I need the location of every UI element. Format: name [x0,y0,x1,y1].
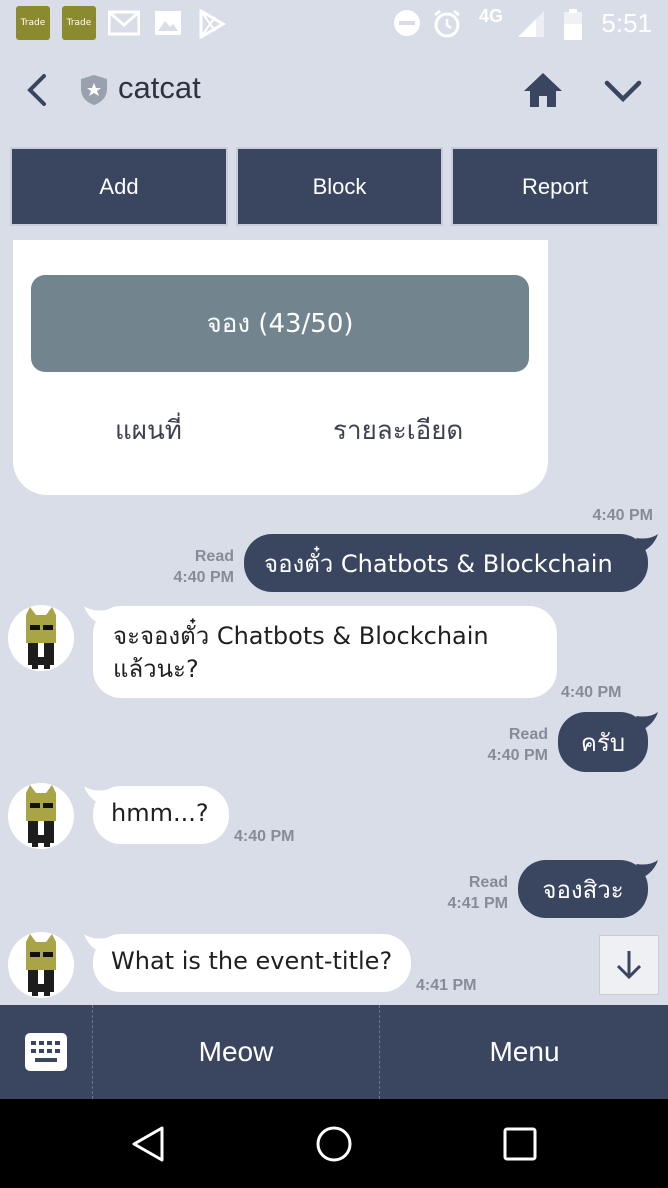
keyboard-toggle-button[interactable] [0,1005,93,1099]
card-timestamp: 4:40 PM [592,507,653,524]
message-time: 4:40 PM [234,828,295,845]
battery-icon [564,9,582,40]
report-button[interactable]: Report [451,147,659,226]
shield-icon [81,75,107,105]
message-meta: Read 4:41 PM [423,872,508,914]
play-store-icon [199,9,226,39]
read-status: Read [508,726,548,743]
map-link[interactable]: แผนที่ [115,410,182,451]
block-button[interactable]: Block [236,147,443,226]
trade-app-icon: Trade [16,6,50,40]
read-status: Read [194,548,234,565]
message-text: What is the event-title? [111,947,393,975]
cat-avatar-icon [26,607,56,669]
clock: 5:51 [601,8,652,38]
gmail-icon [108,10,140,36]
home-circle-icon[interactable] [313,1123,355,1165]
bottom-menu-bar: Meow Menu [0,1005,668,1099]
incoming-message: What is the event-title? [93,934,411,992]
trade-app-label: Trade [20,18,46,28]
keyboard-icon [25,1033,67,1071]
chat-header: catcat [0,46,668,138]
cat-avatar-icon [26,934,56,996]
book-button[interactable]: จอง (43/50) [31,275,529,372]
message-text: hmm...? [111,799,209,827]
arrow-down-icon [616,951,642,980]
message-time: 4:40 PM [561,684,622,701]
message-text: จองตั๋ว Chatbots & Blockchain [264,549,613,578]
message-text: จะจองตั๋ว Chatbots & Blockchain [113,622,489,650]
trade-app-label: Trade [66,18,92,28]
message-time: 4:41 PM [416,977,477,994]
read-status: Read [468,874,508,891]
message-text: จองสิวะ [542,875,624,904]
outgoing-message: จองสิวะ [518,860,648,918]
chat-title: catcat [118,70,201,105]
message-meta: Read 4:40 PM [150,546,234,588]
network-type: 4G [479,6,504,26]
cat-avatar-icon [26,785,56,847]
gallery-icon [155,11,181,35]
message-time: 4:40 PM [173,569,234,586]
incoming-message: hmm...? [93,786,229,844]
incoming-message: จะจองตั๋ว Chatbots & Blockchain แล้วนะ? [93,606,557,698]
message-text: แล้วนะ? [113,655,199,683]
bubble-tail [636,712,658,730]
message-time: 4:40 PM [487,747,548,764]
status-bar: Trade Trade 4G 5:51 [0,0,668,46]
booking-card: จอง (43/50) แผนที่ รายละเอียด [13,240,548,495]
message-text: ครับ [580,728,626,757]
outgoing-message: จองตั๋ว Chatbots & Blockchain [244,534,648,592]
chevron-down-icon[interactable] [602,74,644,108]
trade-app-icon: Trade [62,6,96,40]
avatar[interactable] [8,605,74,671]
add-button[interactable]: Add [10,147,228,226]
outgoing-message: ครับ [558,712,648,772]
avatar[interactable] [8,932,74,998]
recents-square-icon[interactable] [499,1123,541,1165]
meow-button[interactable]: Meow [93,1005,380,1099]
android-nav-bar [0,1099,668,1188]
message-time: 4:41 PM [447,895,508,912]
message-meta: Read 4:40 PM [463,724,548,766]
menu-button[interactable]: Menu [381,1005,668,1099]
scroll-down-button[interactable] [599,935,659,995]
home-icon[interactable] [522,70,564,110]
back-triangle-icon[interactable] [128,1123,170,1165]
alarm-icon [434,9,460,38]
signal-icon [518,11,544,37]
bubble-tail [636,534,658,552]
back-icon[interactable] [18,70,58,110]
dnd-icon [394,10,420,36]
details-link[interactable]: รายละเอียด [333,410,463,451]
bubble-tail [636,860,658,878]
avatar[interactable] [8,783,74,849]
